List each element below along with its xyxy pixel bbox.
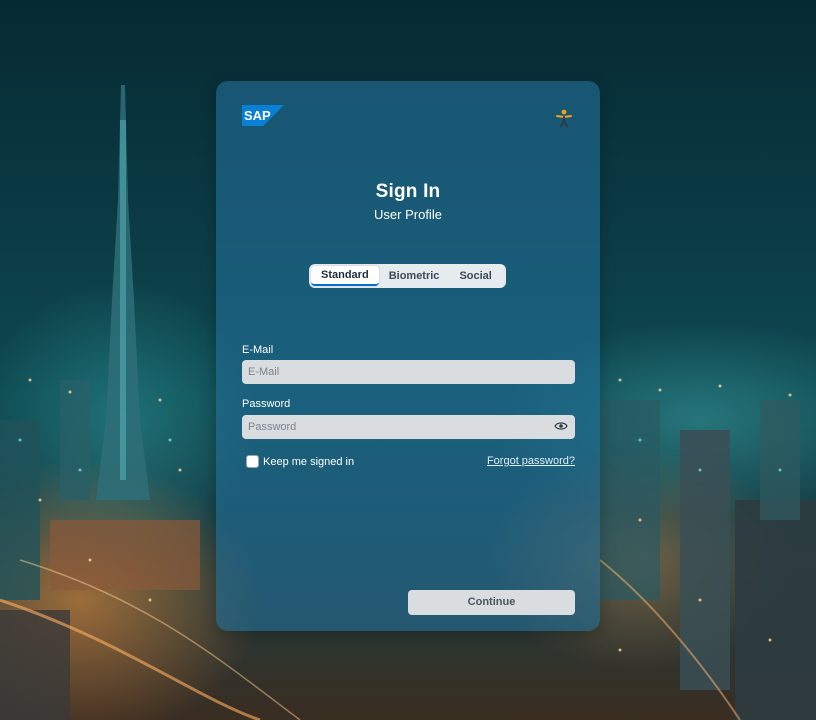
email-label: E-Mail <box>242 344 274 356</box>
show-password-eye-icon[interactable] <box>554 421 568 431</box>
sign-in-card: SAP Sign In User Profile Standard Biomet… <box>216 81 600 631</box>
sign-in-method-switch: Standard Biometric Social <box>309 264 506 288</box>
forgot-password-link[interactable]: Forgot password? <box>487 455 575 467</box>
email-field[interactable] <box>242 360 575 384</box>
keep-signed-in-checkbox[interactable] <box>246 455 259 468</box>
sap-logo: SAP <box>242 105 284 126</box>
keep-signed-in-label[interactable]: Keep me signed in <box>263 456 354 468</box>
continue-button[interactable]: Continue <box>408 590 575 615</box>
tab-biometric[interactable]: Biometric <box>379 266 450 286</box>
page-title: Sign In <box>375 181 441 202</box>
accessibility-icon[interactable] <box>554 108 574 128</box>
tab-standard[interactable]: Standard <box>311 266 379 286</box>
tab-social[interactable]: Social <box>449 266 501 286</box>
password-label: Password <box>242 398 291 410</box>
page-subtitle: User Profile <box>374 207 442 222</box>
password-field[interactable] <box>242 415 575 439</box>
svg-text:SAP: SAP <box>244 108 271 123</box>
